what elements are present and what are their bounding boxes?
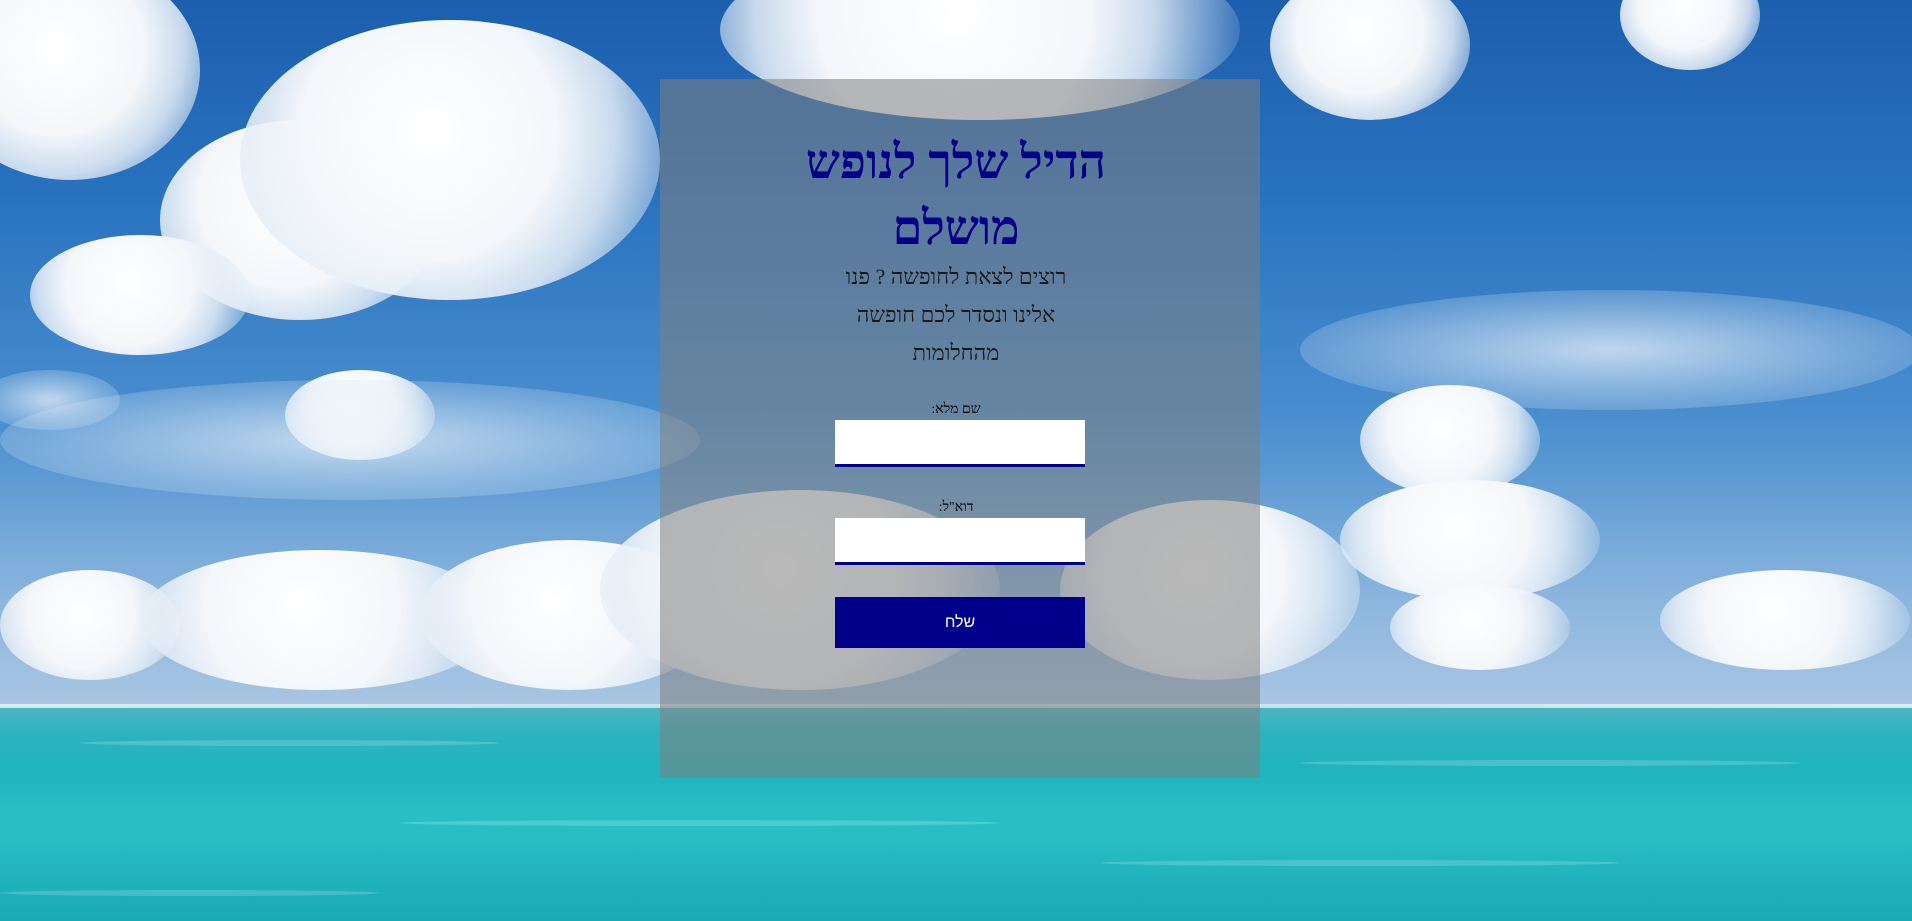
wave [400,820,1000,826]
wave [0,890,380,896]
submit-button[interactable]: שלח [835,597,1085,648]
email-label: דוא"ל: [938,500,974,515]
cloud [1390,585,1570,670]
page-title-text: הדיל שלך לנופש מושלם [805,136,1107,255]
cloud [1660,570,1910,670]
email-input[interactable] [835,518,1085,565]
wave [80,740,500,746]
full-name-input[interactable] [835,420,1085,467]
page-subtitle: רוצים לצאת לחופשה ? פנו אלינו ונסדר לכם … [0,258,1912,372]
wave [1300,760,1800,766]
page-title: הדיל שלך לנופש מושלם [0,130,1912,262]
page-subtitle-text: רוצים לצאת לחופשה ? פנו אלינו ונסדר לכם … [845,264,1067,365]
cloud [1340,480,1600,600]
wave [1100,860,1620,866]
full-name-label: שם מלא: [931,402,981,417]
